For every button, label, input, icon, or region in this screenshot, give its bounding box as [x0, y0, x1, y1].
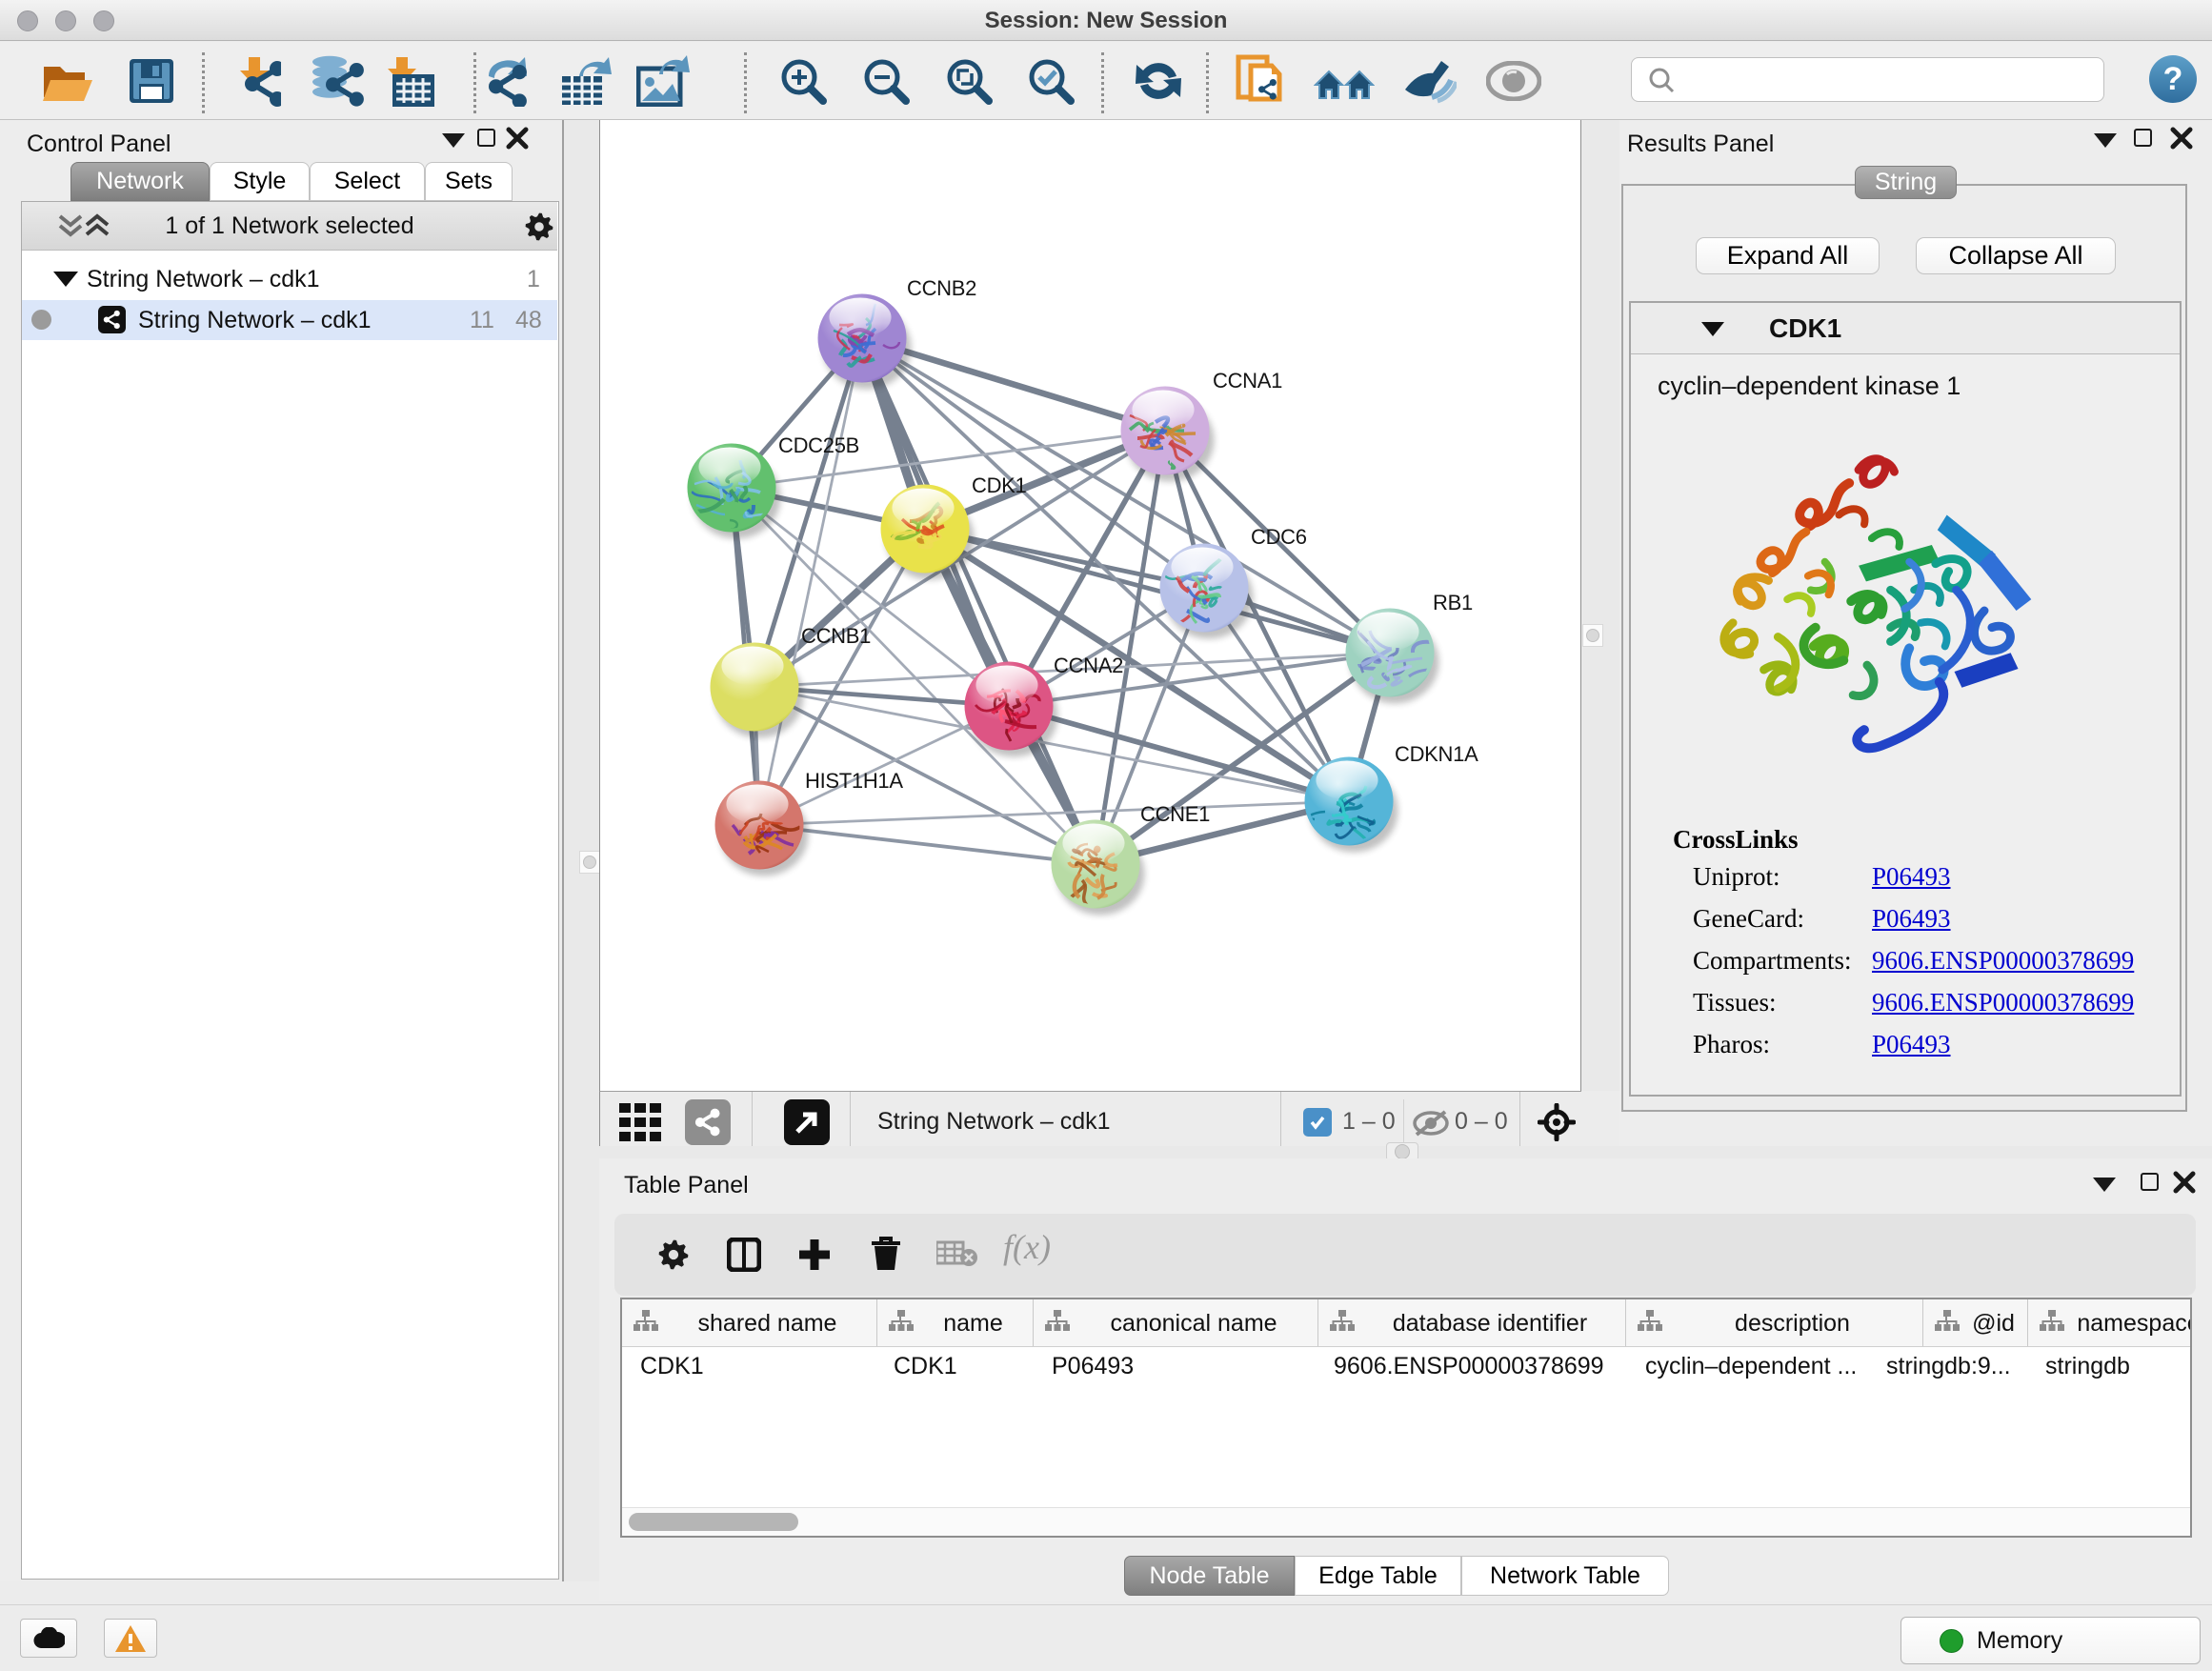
svg-text:CDK1: CDK1	[972, 473, 1027, 497]
svg-text:CCNA2: CCNA2	[1054, 654, 1123, 677]
svg-text:CDKN1A: CDKN1A	[1395, 742, 1478, 766]
svg-text:HIST1H1A: HIST1H1A	[805, 769, 903, 793]
svg-text:CDC6: CDC6	[1251, 525, 1307, 549]
svg-text:CCNB2: CCNB2	[907, 276, 976, 300]
svg-text:CCNA1: CCNA1	[1213, 369, 1282, 393]
svg-text:CDC25B: CDC25B	[778, 433, 859, 457]
svg-text:CCNE1: CCNE1	[1140, 802, 1210, 826]
svg-text:CCNB1: CCNB1	[801, 624, 871, 648]
svg-text:RB1: RB1	[1433, 591, 1473, 614]
